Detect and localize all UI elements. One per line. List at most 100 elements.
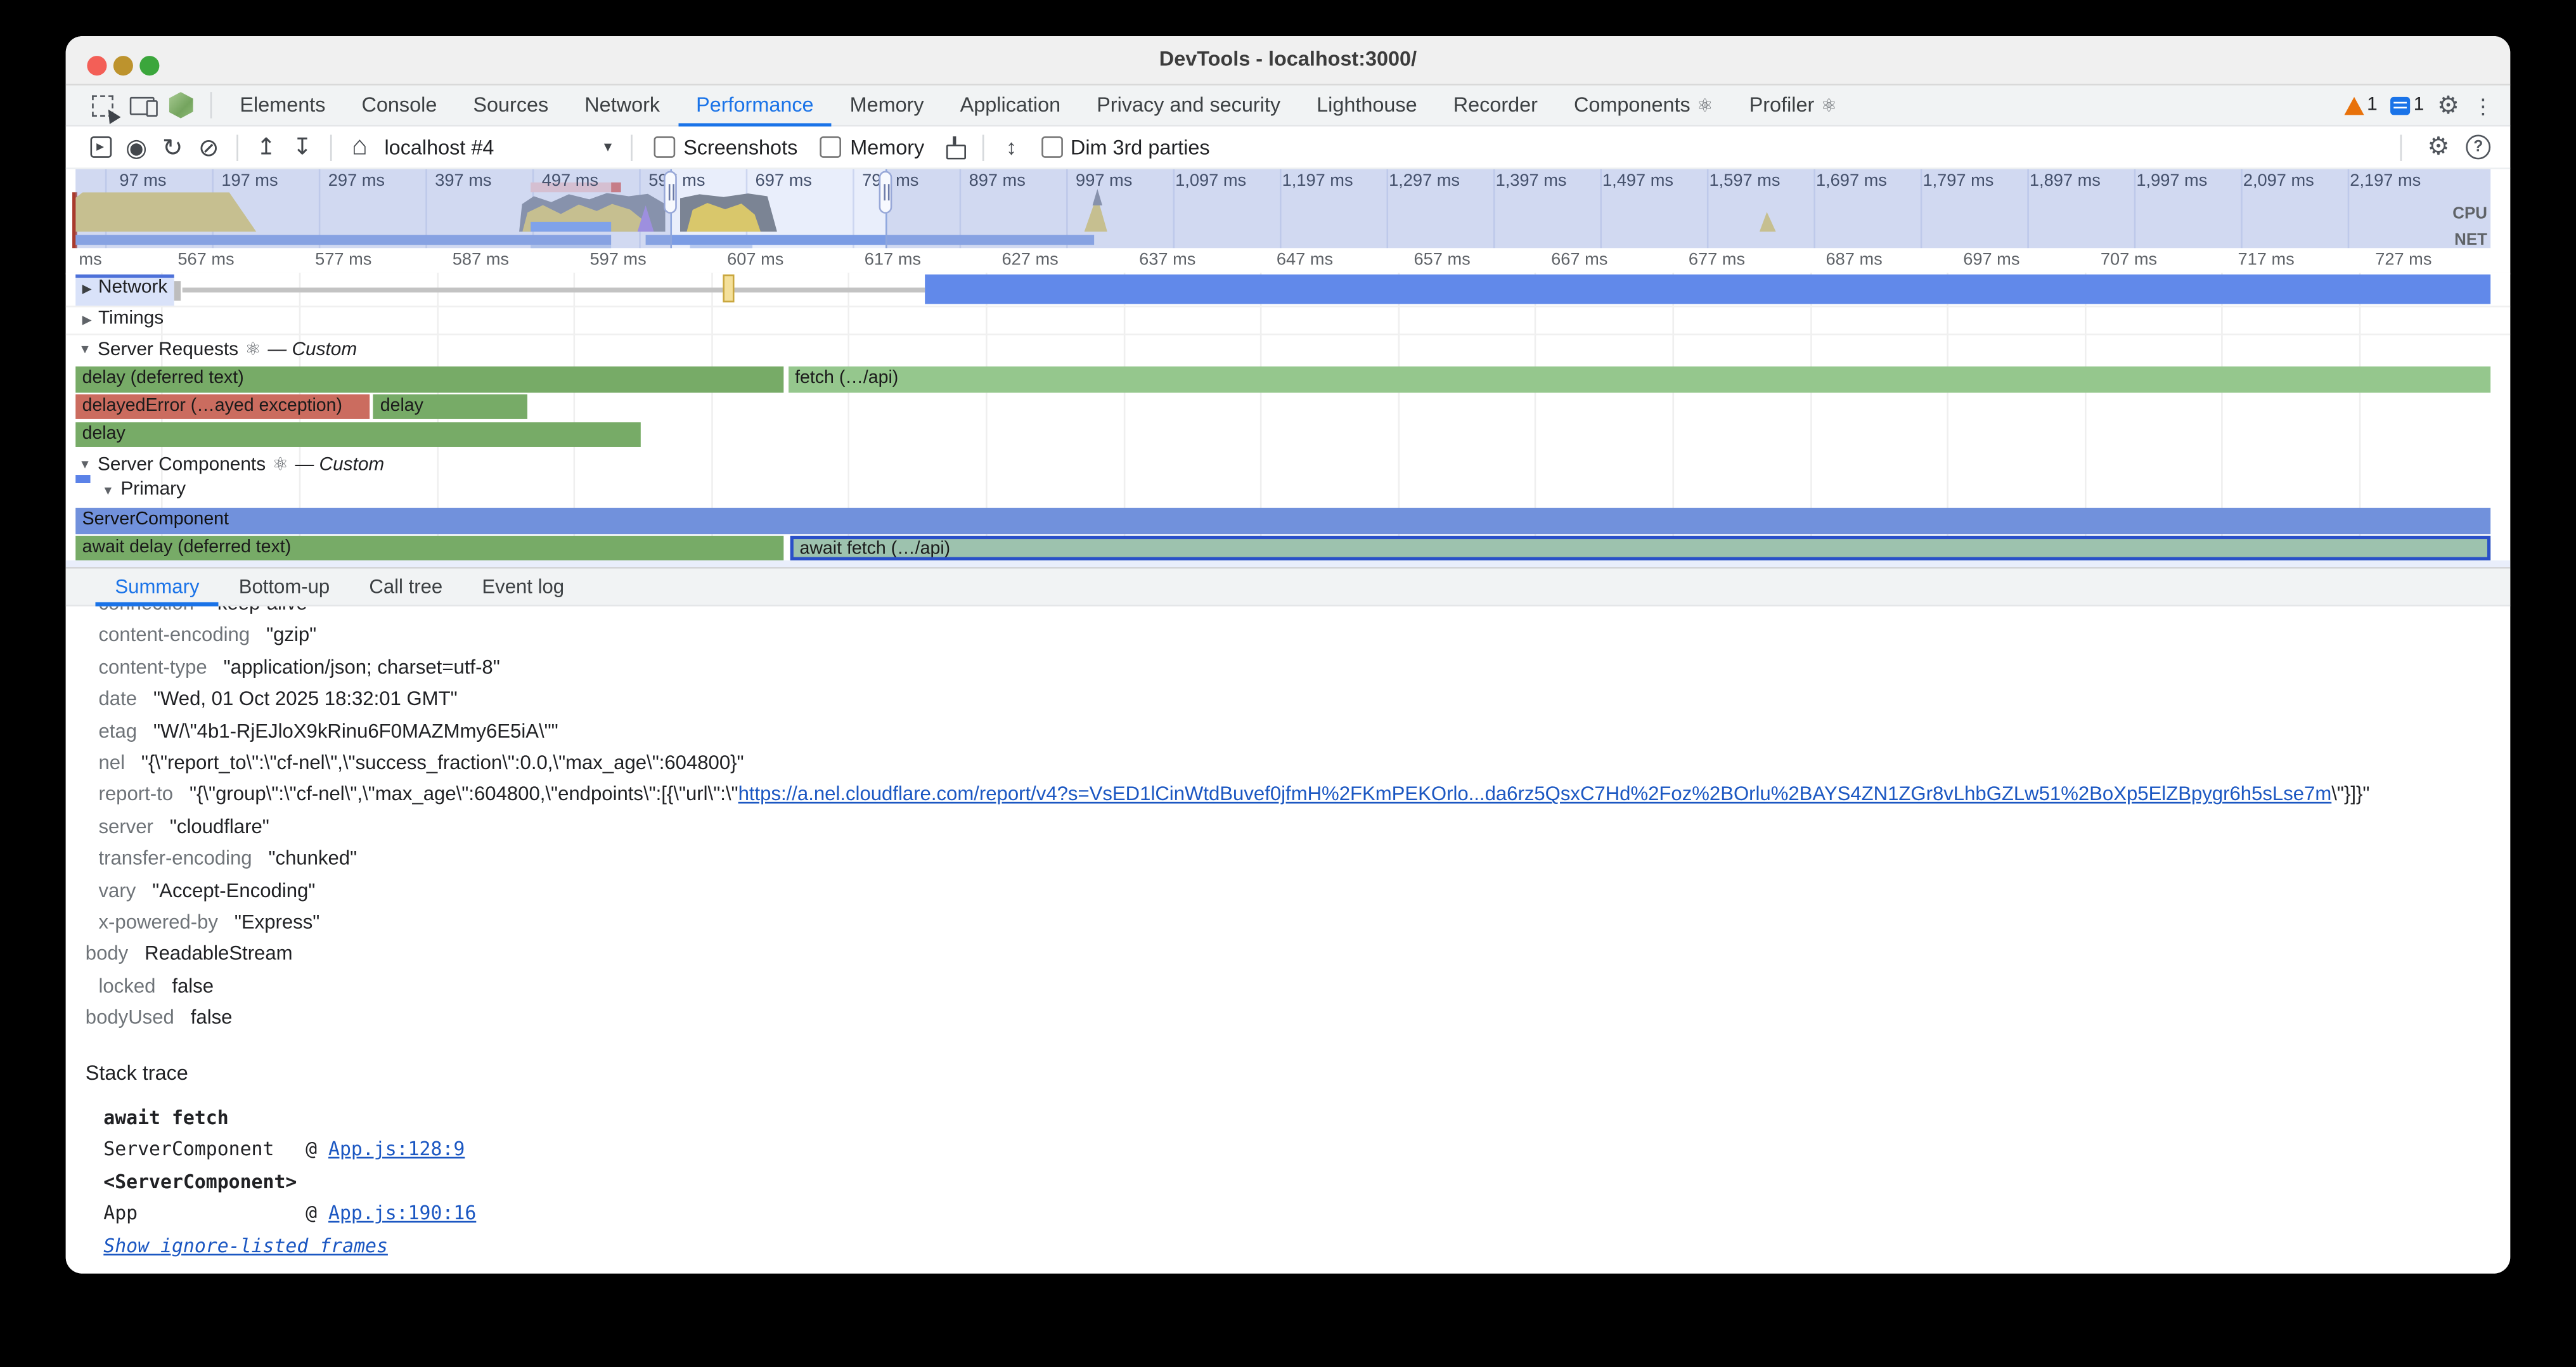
show-ignore-listed-frames-link[interactable]: Show ignore-listed frames	[103, 1234, 388, 1257]
property-row: bodyUsedfalse	[86, 1003, 2510, 1035]
selection-handle-left[interactable]	[664, 171, 677, 214]
devtools-window: DevTools - localhost:3000/ Elements Conso…	[66, 36, 2511, 1274]
dim-3rd-parties-checkbox[interactable]: Dim 3rd parties	[1041, 136, 1209, 159]
report-url-link[interactable]: https://a.nel.cloudflare.com/report/v4?s…	[738, 783, 2332, 806]
upload-profile-icon[interactable]: ↥	[248, 131, 284, 164]
screen: DevTools - localhost:3000/ Elements Conso…	[0, 0, 2576, 1367]
event-await-delay-deferred-text-[interactable]: await delay (deferred text)	[75, 535, 784, 560]
nodejs-icon[interactable]	[161, 89, 200, 122]
download-profile-icon[interactable]: ↧	[284, 131, 320, 164]
messages-badge[interactable]: 1	[2390, 95, 2424, 115]
event-await-fetch-api-[interactable]: await fetch (…/api)	[790, 535, 2490, 560]
overview-tick-label: 1,197 ms	[1282, 171, 1353, 191]
tab-label: Elements	[240, 94, 325, 117]
device-toolbar-icon[interactable]	[122, 89, 161, 122]
event-delay[interactable]: delay	[75, 422, 640, 447]
kebab-menu-icon[interactable]: ⋮	[2473, 94, 2494, 116]
track-server-requests[interactable]: ▼ Server Requests ⚛ — Custom	[79, 339, 357, 360]
flamechart-tracks[interactable]: ▶ Network ▶ Timings ▼ Server Requests ⚛ …	[66, 273, 2511, 567]
help-icon[interactable]: ?	[2466, 135, 2490, 160]
show-ignore-listed-frames[interactable]: Show ignore-listed frames	[103, 1230, 2510, 1262]
property-key: vary	[86, 879, 136, 902]
collapse-arrow-icon[interactable]: ▶	[82, 280, 92, 295]
expand-arrow-icon[interactable]: ▼	[79, 342, 91, 356]
property-key: body	[86, 942, 128, 965]
timeline-overview[interactable]: 97 ms197 ms297 ms397 ms497 ms597 ms697 m…	[66, 169, 2511, 248]
summary-detail-view[interactable]: connection"keep-alive"content-encoding"g…	[66, 606, 2511, 1273]
detail-tab-call-tree[interactable]: Call tree	[349, 567, 462, 606]
property-key: bodyUsed	[86, 1006, 174, 1029]
event-servercomponent[interactable]: ServerComponent	[75, 508, 2490, 533]
garbage-collect-icon[interactable]	[936, 131, 972, 164]
tab-components[interactable]: Components⚛	[1555, 84, 1731, 126]
track-server-components[interactable]: ▼ Server Components ⚛ — Custom	[79, 453, 384, 475]
event-net-line[interactable]	[183, 288, 925, 292]
ruler-tick-label: 567 ms	[177, 250, 234, 269]
property-row: server "cloudflare"	[86, 812, 2510, 843]
settings-gear-icon[interactable]: ⚙	[2437, 93, 2459, 117]
tab-console[interactable]: Console	[344, 84, 455, 126]
stack-trace: await fetchServerComponent@ App.js:128:9…	[86, 1102, 2510, 1262]
tab-profiler[interactable]: Profiler⚛	[1731, 84, 1855, 126]
warnings-badge[interactable]: 1	[2344, 95, 2378, 115]
event-delay[interactable]: delay	[373, 394, 527, 420]
memory-checkbox[interactable]: Memory	[821, 136, 925, 159]
property-row: vary"Accept-Encoding"	[86, 876, 2510, 907]
bottom-pane: SummaryBottom-upCall treeEvent log conne…	[66, 567, 2511, 1273]
ruler-tick-label: 597 ms	[589, 250, 646, 269]
tab-lighthouse[interactable]: Lighthouse	[1299, 84, 1436, 126]
tab-memory[interactable]: Memory	[832, 84, 942, 126]
property-value: "cloudflare"	[170, 815, 269, 838]
reload-and-record-icon[interactable]: ↻	[155, 131, 191, 164]
record-icon[interactable]: ◉	[119, 131, 155, 164]
property-row: etag"W/\"4b1-RjEJloX9kRinu6F0MAZMmy6E5iA…	[86, 716, 2510, 748]
track-footer-strip	[66, 560, 2511, 567]
property-value: false	[172, 975, 214, 997]
detail-tab-bottom-up[interactable]: Bottom-up	[219, 567, 350, 606]
property-row: report-to"{\"group\":\"cf-nel\",\"max_ag…	[86, 780, 2510, 812]
event-fetch-api-[interactable]: fetch (…/api)	[789, 366, 2490, 392]
live-metrics-icon[interactable]: ▶	[82, 131, 119, 164]
collapse-arrow-icon[interactable]: ▶	[82, 311, 92, 326]
source-location-link[interactable]: App.js:128:9	[328, 1137, 465, 1160]
overview-tick-label: 197 ms	[221, 171, 278, 191]
expand-arrow-icon[interactable]: ▼	[79, 457, 91, 472]
track-network[interactable]: ▶ Network	[82, 278, 168, 297]
property-row: x-powered-by"Express"	[86, 907, 2510, 939]
shortcuts-dialog-icon[interactable]: ↕	[993, 131, 1029, 164]
tab-network[interactable]: Network	[567, 84, 678, 126]
source-location-link[interactable]: App.js:190:16	[328, 1202, 476, 1224]
track-timings[interactable]: ▶ Timings	[82, 309, 164, 328]
tab-performance[interactable]: Performance	[678, 84, 832, 126]
stack-frame-function: await fetch	[103, 1102, 306, 1134]
tab-sources[interactable]: Sources	[455, 84, 567, 126]
event-net-marker[interactable]	[723, 275, 734, 302]
inspect-element-icon[interactable]	[82, 89, 122, 122]
overview-tick-label: 897 ms	[969, 171, 1026, 191]
profile-history-select[interactable]: localhost #4 ▼	[384, 136, 614, 159]
stack-frame-function: ServerComponent	[103, 1134, 306, 1167]
tab-privacy-and-security[interactable]: Privacy and security	[1079, 84, 1299, 126]
property-key: server	[86, 815, 153, 838]
window-title: DevTools - localhost:3000/	[66, 48, 2511, 70]
detail-tab-event-log[interactable]: Event log	[462, 567, 584, 606]
home-icon[interactable]: ⌂	[342, 131, 378, 164]
network-resize-handle[interactable]	[174, 281, 181, 301]
selection-handle-right[interactable]	[879, 171, 892, 214]
expand-arrow-icon[interactable]: ▼	[102, 483, 114, 497]
capture-settings-gear-icon[interactable]: ⚙	[2428, 135, 2450, 160]
ruler-tick-label: 587 ms	[453, 250, 509, 269]
clear-icon[interactable]: ⊘	[191, 131, 227, 164]
detail-tab-summary[interactable]: Summary	[95, 567, 219, 606]
event-delayederror-ayed-exception-[interactable]: delayedError (…ayed exception)	[75, 394, 370, 420]
tab-application[interactable]: Application	[942, 84, 1079, 126]
track-primary[interactable]: ▼ Primary	[102, 480, 186, 500]
ruler-tick-label: 607 ms	[727, 250, 783, 269]
tab-recorder[interactable]: Recorder	[1435, 84, 1555, 126]
event-net-blue[interactable]	[925, 275, 2490, 304]
event-delay-deferred-text-[interactable]: delay (deferred text)	[75, 366, 783, 392]
screenshots-checkbox[interactable]: Screenshots	[654, 136, 798, 159]
overview-tick-label: 997 ms	[1076, 171, 1132, 191]
tab-elements[interactable]: Elements	[222, 84, 344, 126]
tab-label: Memory	[850, 94, 924, 117]
